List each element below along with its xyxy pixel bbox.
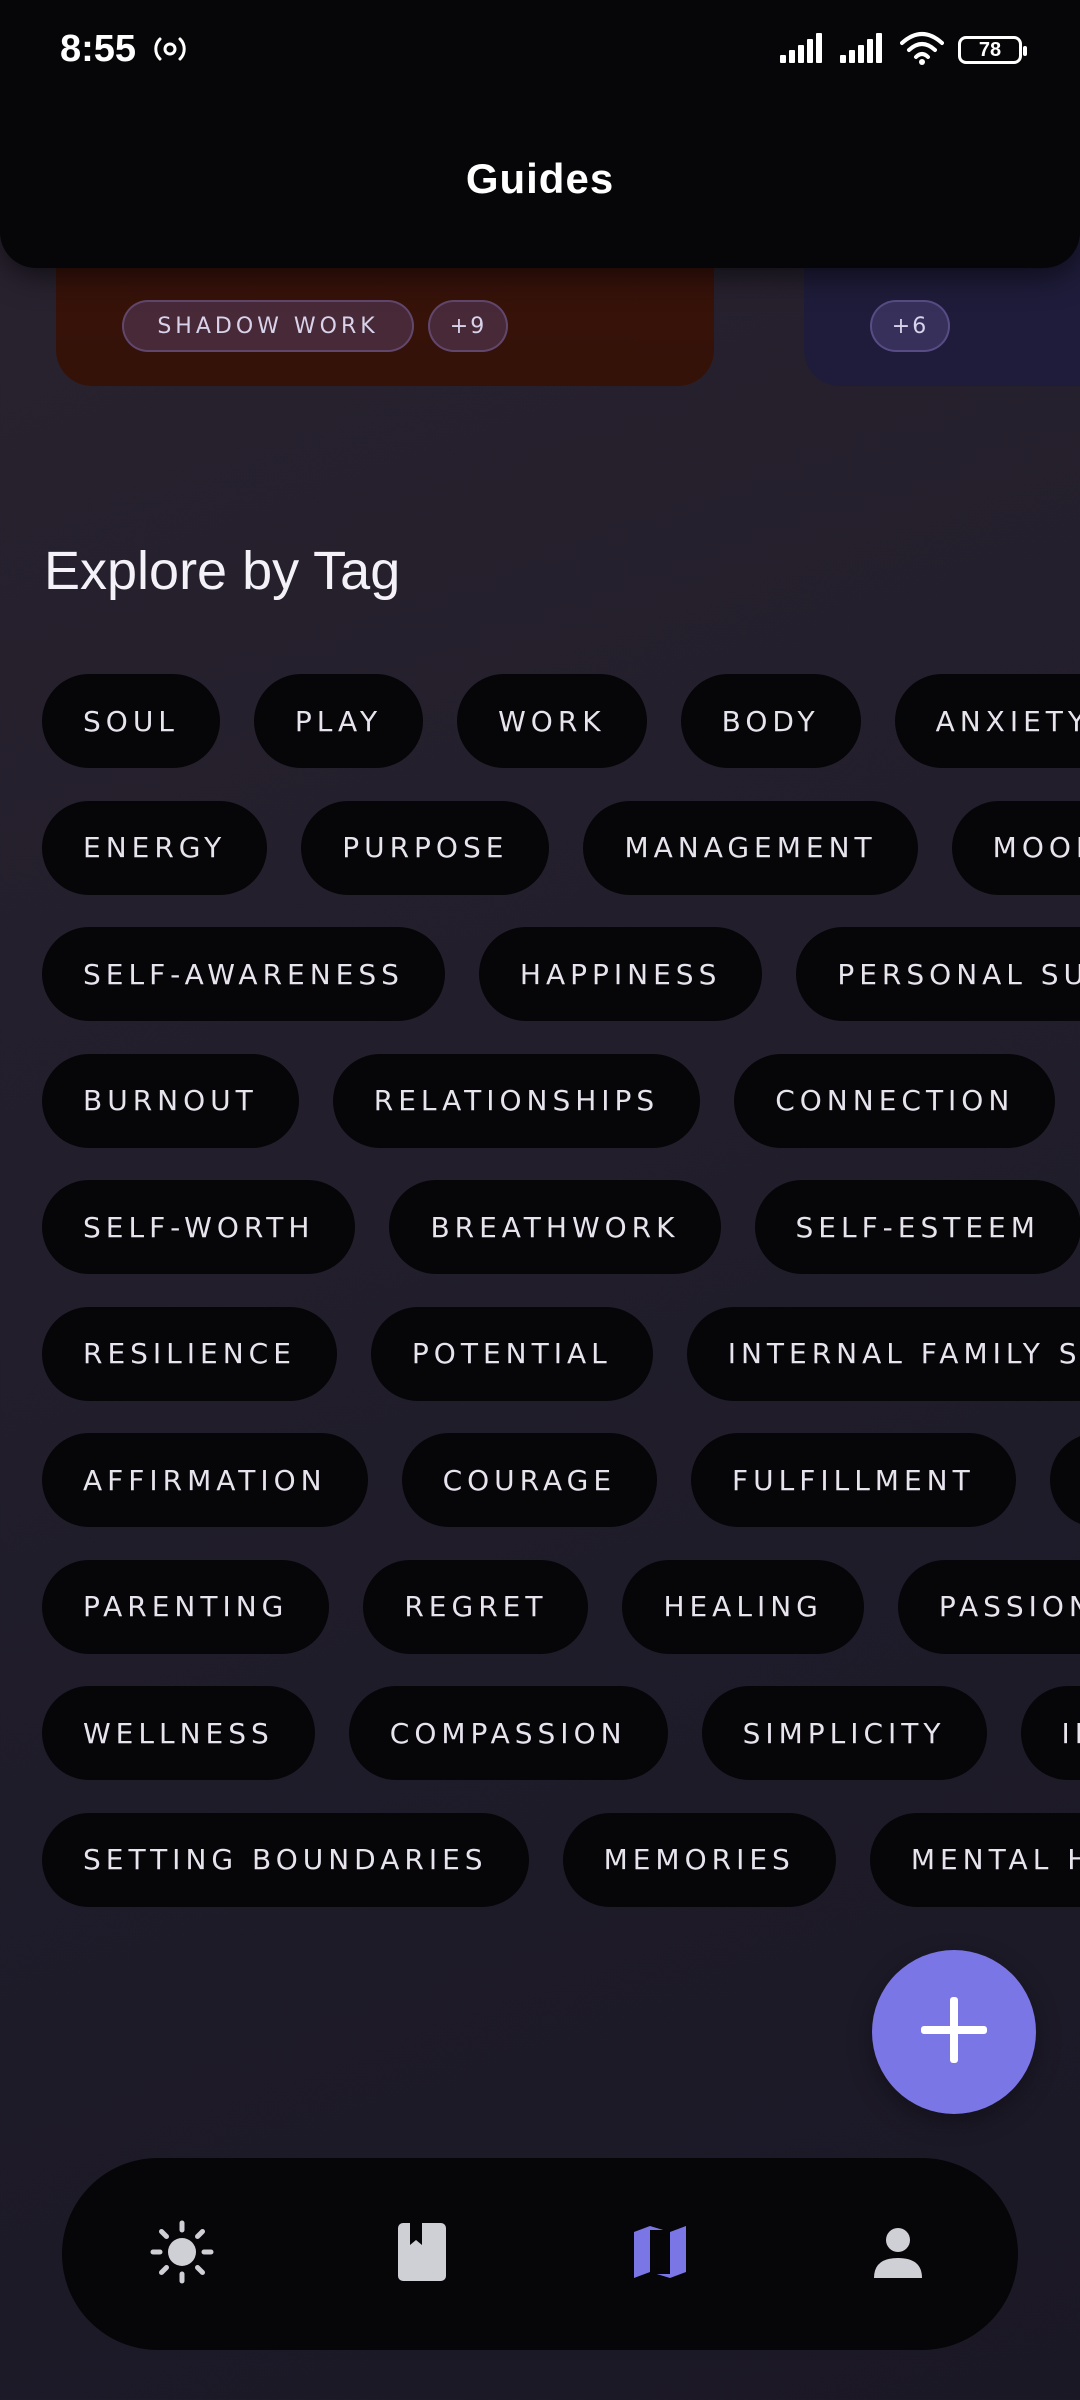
tag-row: SOUL PLAY WORK BODY ANXIETY bbox=[42, 674, 1080, 768]
tag-chip[interactable]: BREATHWORK bbox=[389, 1180, 721, 1274]
tag-chip[interactable]: WELLNESS bbox=[42, 1686, 315, 1780]
tag-row: RESILIENCE POTENTIAL INTERNAL FAMILY SY bbox=[42, 1306, 1080, 1401]
sun-icon bbox=[149, 2219, 215, 2289]
map-icon bbox=[630, 2222, 690, 2286]
tag-chip[interactable]: IN bbox=[1020, 1686, 1080, 1780]
tag-chip[interactable]: CONNECTION bbox=[734, 1053, 1056, 1148]
hotspot-icon bbox=[150, 32, 190, 66]
signal-icon bbox=[840, 33, 886, 67]
person-icon bbox=[870, 2224, 926, 2284]
tag-chip[interactable]: MANAGEMENT bbox=[583, 800, 918, 895]
tag-chip[interactable]: INTERNAL FAMILY SY bbox=[686, 1306, 1080, 1401]
nav-profile[interactable] bbox=[848, 2204, 948, 2304]
explore-section-title: Explore by Tag bbox=[44, 541, 401, 601]
nav-today[interactable] bbox=[132, 2204, 232, 2304]
tag-chip[interactable]: HAPPINESS bbox=[478, 927, 763, 1021]
add-button[interactable] bbox=[872, 1950, 1036, 2114]
tag-chip[interactable]: MEMORIES bbox=[562, 1812, 836, 1907]
tag-chip[interactable]: ENERGY bbox=[42, 800, 268, 895]
status-time: 8:55 bbox=[60, 28, 137, 70]
tag-chip[interactable]: PASSION bbox=[897, 1559, 1080, 1654]
tag-row: ENERGY PURPOSE MANAGEMENT MOON bbox=[42, 800, 1080, 895]
tag-row: AFFIRMATION COURAGE FULFILLMENT bbox=[42, 1433, 1080, 1527]
tag-chip[interactable]: REGRET bbox=[363, 1559, 589, 1654]
tag-row: WELLNESS COMPASSION SIMPLICITY IN bbox=[42, 1686, 1080, 1780]
guide-tag-count-chip: +6 bbox=[870, 300, 950, 352]
status-bar: 8:55 78 bbox=[0, 0, 1080, 100]
tag-chip-partial[interactable] bbox=[1049, 1433, 1080, 1527]
tag-list: SOUL PLAY WORK BODY ANXIETY ENERGY PURPO… bbox=[42, 674, 1080, 1939]
tag-chip[interactable]: SOUL bbox=[42, 674, 220, 768]
tag-chip[interactable]: PLAY bbox=[253, 674, 424, 768]
tag-row: SELF-AWARENESS HAPPINESS PERSONAL SU bbox=[42, 927, 1080, 1021]
wifi-icon bbox=[900, 31, 944, 69]
tag-chip[interactable]: BURNOUT bbox=[42, 1053, 299, 1148]
tag-chip[interactable]: PURPOSE bbox=[301, 800, 550, 895]
tag-row: BURNOUT RELATIONSHIPS CONNECTION bbox=[42, 1053, 1080, 1148]
tag-row: PARENTING REGRET HEALING PASSION bbox=[42, 1559, 1080, 1654]
tag-chip[interactable]: PERSONAL SU bbox=[796, 927, 1080, 1021]
signal-icon bbox=[780, 33, 826, 67]
guide-tag-chip: SHADOW WORK bbox=[122, 300, 414, 352]
tag-chip[interactable]: SELF-AWARENESS bbox=[42, 927, 445, 1021]
nav-guides[interactable] bbox=[610, 2204, 710, 2304]
status-indicators: 78 bbox=[780, 30, 1027, 70]
tag-row: SELF-WORTH BREATHWORK SELF-ESTEEM bbox=[42, 1180, 1080, 1274]
tag-chip[interactable]: SELF-ESTEEM bbox=[754, 1180, 1080, 1274]
nav-journal[interactable] bbox=[372, 2204, 472, 2304]
tag-row: SETTING BOUNDARIES MEMORIES MENTAL H bbox=[42, 1812, 1080, 1907]
tag-chip[interactable]: RELATIONSHIPS bbox=[332, 1053, 701, 1148]
battery-indicator: 78 bbox=[958, 36, 1027, 64]
tag-chip[interactable]: SETTING BOUNDARIES bbox=[42, 1812, 529, 1907]
tag-chip[interactable]: POTENTIAL bbox=[370, 1306, 653, 1401]
page-title: Guides bbox=[465, 155, 615, 202]
tag-chip[interactable]: RESILIENCE bbox=[42, 1306, 337, 1401]
tag-chip[interactable]: AFFIRMATION bbox=[42, 1433, 368, 1527]
tag-chip[interactable]: COURAGE bbox=[401, 1433, 658, 1527]
tag-chip[interactable]: HEALING bbox=[622, 1559, 864, 1654]
tag-chip[interactable]: SELF-WORTH bbox=[42, 1180, 356, 1274]
tag-chip[interactable]: BODY bbox=[680, 674, 861, 768]
plus-icon bbox=[919, 1995, 989, 2069]
book-icon bbox=[396, 2221, 448, 2287]
guide-tag-count-chip: +9 bbox=[428, 300, 508, 352]
tag-chip[interactable]: FULFILLMENT bbox=[691, 1433, 1016, 1527]
tag-chip[interactable]: WORK bbox=[457, 674, 647, 768]
bottom-navigation bbox=[62, 2158, 1018, 2350]
tag-chip[interactable]: COMPASSION bbox=[348, 1686, 668, 1780]
tag-chip[interactable]: SIMPLICITY bbox=[701, 1686, 987, 1780]
tag-chip[interactable]: MOON bbox=[951, 800, 1080, 895]
tag-chip[interactable]: MENTAL H bbox=[869, 1812, 1080, 1907]
top-header: 8:55 78 Guides bbox=[0, 0, 1080, 268]
tag-chip[interactable]: PARENTING bbox=[42, 1559, 330, 1654]
tag-chip[interactable]: ANXIETY bbox=[894, 674, 1080, 768]
